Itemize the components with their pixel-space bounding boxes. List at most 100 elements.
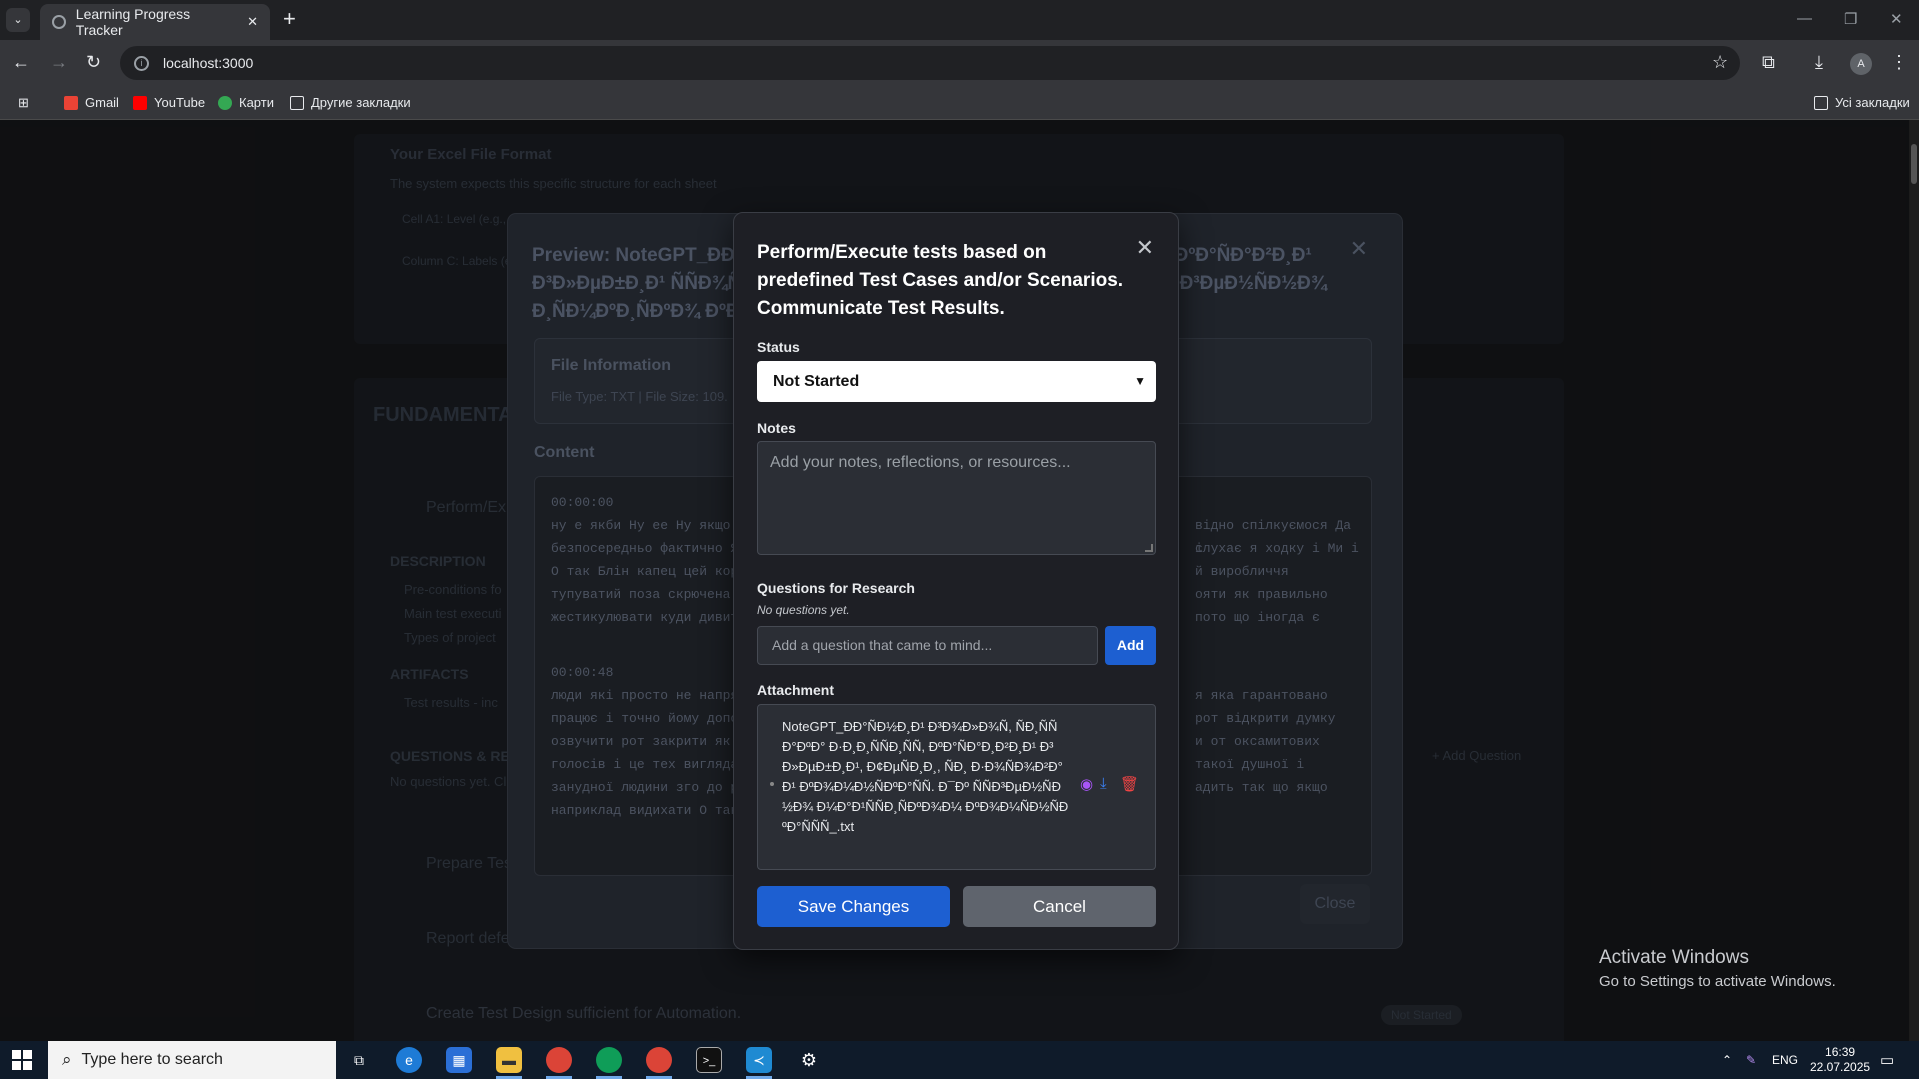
question-input[interactable]: Add a question that came to mind... bbox=[757, 626, 1098, 665]
chrome-icon[interactable] bbox=[546, 1047, 572, 1073]
date-text: 22.07.2025 bbox=[1810, 1060, 1871, 1074]
edit-task-modal: Perform/Execute tests based on predefine… bbox=[733, 212, 1179, 950]
modal-title: Perform/Execute tests based on predefine… bbox=[757, 242, 1124, 319]
close-icon[interactable]: ✕ bbox=[1350, 236, 1368, 262]
url-text: localhost:3000 bbox=[163, 55, 254, 71]
status-select[interactable]: Not Started ▼ bbox=[757, 361, 1156, 402]
download-icon[interactable]: ⤓ bbox=[1100, 775, 1107, 792]
attachment-bullet bbox=[770, 782, 774, 786]
file-info-details: File Type: TXT | File Size: 109. bbox=[551, 389, 728, 404]
questions-label: Questions for Research bbox=[757, 580, 915, 596]
page-scrollbar[interactable] bbox=[1909, 120, 1919, 1041]
question-placeholder: Add a question that came to mind... bbox=[772, 637, 993, 653]
search-placeholder: Type here to search bbox=[81, 1051, 223, 1068]
tab-bar: ⌄ Learning Progress Tracker ✕ + — ❐ ✕ bbox=[0, 0, 1919, 40]
address-bar[interactable]: i localhost:3000 bbox=[120, 46, 1740, 80]
youtube-icon bbox=[133, 95, 147, 110]
content-line: пото що іногда є bbox=[1195, 610, 1320, 625]
attachment-filename: NoteGPT_ÐÐ°ÑÐ½Ð¸Ð¹ Ð³Ð¾Ð»Ð¾Ñ, ÑÐ¸ÑÑÐ°ÐºÐ… bbox=[782, 719, 1069, 834]
terminal-icon[interactable]: >_ bbox=[696, 1047, 722, 1073]
resize-handle-icon[interactable] bbox=[1145, 544, 1153, 552]
bookmark-gmail[interactable]: Gmail bbox=[64, 95, 119, 110]
scrollbar-thumb[interactable] bbox=[1911, 144, 1917, 184]
extensions-icon[interactable]: ⧉ bbox=[1762, 52, 1775, 73]
window-close-button[interactable]: ✕ bbox=[1890, 10, 1903, 28]
bookmark-other-folder[interactable]: Другие закладки bbox=[290, 95, 411, 110]
file-explorer-icon[interactable]: ▬ bbox=[496, 1047, 522, 1073]
notes-placeholder: Add your notes, reflections, or resource… bbox=[770, 454, 1071, 471]
notes-label: Notes bbox=[757, 420, 796, 436]
store-icon[interactable]: ▦ bbox=[446, 1047, 472, 1073]
maps-icon bbox=[218, 95, 232, 110]
tab-search-button[interactable]: ⌄ bbox=[6, 8, 30, 32]
apps-grid-icon[interactable]: ⊞ bbox=[18, 95, 29, 111]
content-line: и от оксамитових bbox=[1195, 734, 1320, 749]
notes-textarea[interactable]: Add your notes, reflections, or resource… bbox=[757, 441, 1156, 555]
menu-kebab-icon[interactable]: ⋮ bbox=[1890, 52, 1908, 73]
tab-active[interactable]: Learning Progress Tracker ✕ bbox=[40, 4, 270, 40]
browser-toolbar: ← → ↻ i localhost:3000 ☆ ⧉ ⤓ A ⋮ bbox=[0, 40, 1919, 86]
content-line: слухає я ходку і Ми і bbox=[1195, 541, 1359, 556]
language-indicator[interactable]: ENG bbox=[1772, 1053, 1798, 1067]
status-value: Not Started bbox=[773, 373, 860, 390]
bookmark-youtube[interactable]: YouTube bbox=[133, 95, 205, 110]
content-line: рот відкрити думку bbox=[1195, 711, 1336, 726]
tab-title: Learning Progress Tracker bbox=[75, 6, 191, 38]
trash-icon[interactable]: 🗑 bbox=[1120, 775, 1139, 793]
globe-icon bbox=[52, 15, 66, 29]
profile-avatar[interactable]: A bbox=[1850, 53, 1872, 75]
eye-icon[interactable]: ◉ bbox=[1080, 775, 1093, 793]
download-icon[interactable]: ⤓ bbox=[1815, 52, 1823, 73]
content-line: адить так що якщо bbox=[1195, 780, 1328, 795]
browser-chrome: ⌄ Learning Progress Tracker ✕ + — ❐ ✕ ← … bbox=[0, 0, 1919, 120]
content-line: такої душної і bbox=[1195, 757, 1305, 772]
tab-close-icon[interactable]: ✕ bbox=[247, 14, 258, 30]
forward-arrow-icon[interactable]: → bbox=[50, 52, 68, 73]
minimize-button[interactable]: — bbox=[1797, 10, 1812, 27]
activate-subtitle: Go to Settings to activate Windows. bbox=[1599, 973, 1836, 990]
bookmark-label: Другие закладки bbox=[311, 95, 411, 110]
restore-button[interactable]: ❐ bbox=[1844, 10, 1857, 28]
chrome-icon[interactable] bbox=[646, 1047, 672, 1073]
close-icon[interactable]: ✕ bbox=[1136, 235, 1154, 261]
bookmarks-bar: ⊞ Gmail YouTube Карти Другие закладки Ус… bbox=[0, 86, 1919, 120]
edge-icon[interactable]: e bbox=[396, 1047, 422, 1073]
all-bookmarks-folder[interactable]: Усі закладки bbox=[1814, 95, 1910, 110]
bookmark-maps[interactable]: Карти bbox=[218, 95, 274, 110]
task-view-icon[interactable]: ⧉ bbox=[346, 1047, 372, 1073]
cancel-button[interactable]: Cancel bbox=[963, 886, 1156, 927]
status-label: Status bbox=[757, 339, 800, 355]
activate-title: Activate Windows bbox=[1599, 947, 1749, 968]
site-info-icon[interactable]: i bbox=[134, 55, 149, 71]
bookmark-label: YouTube bbox=[154, 95, 206, 110]
no-questions-text: No questions yet. bbox=[757, 603, 850, 617]
pen-icon[interactable]: ✎ bbox=[1746, 1053, 1756, 1067]
add-question-button[interactable]: Add bbox=[1105, 626, 1156, 665]
content-line: й виробличчя bbox=[1195, 564, 1289, 579]
attachment-label: Attachment bbox=[757, 682, 835, 698]
content-line: я яка гарантовано bbox=[1195, 688, 1328, 703]
windows-taskbar: ⌕ Type here to search ⧉ e ▦ ▬ >_ ≺ ⚙ ⌃ ✎… bbox=[0, 1041, 1919, 1079]
chevron-down-icon: ▼ bbox=[1134, 374, 1146, 388]
preview-close-button[interactable]: Close bbox=[1300, 884, 1370, 924]
time-text: 16:39 bbox=[1825, 1045, 1856, 1059]
tray-chevron-up-icon[interactable]: ⌃ bbox=[1722, 1053, 1732, 1067]
search-icon: ⌕ bbox=[62, 1050, 72, 1069]
back-arrow-icon[interactable]: ← bbox=[12, 52, 30, 73]
activate-windows-watermark: Activate Windows Go to Settings to activ… bbox=[1599, 947, 1836, 990]
chrome-icon[interactable] bbox=[596, 1047, 622, 1073]
bookmark-label: Gmail bbox=[85, 95, 119, 110]
reload-icon[interactable]: ↻ bbox=[86, 52, 101, 73]
taskbar-search-box[interactable]: ⌕ Type here to search bbox=[48, 1041, 336, 1079]
taskbar-clock[interactable]: 16:39 22.07.2025 bbox=[1810, 1045, 1870, 1075]
content-label: Content bbox=[534, 444, 595, 461]
windows-start-icon[interactable] bbox=[12, 1050, 32, 1070]
bookmark-star-icon[interactable]: ☆ bbox=[1712, 52, 1728, 73]
save-changes-button[interactable]: Save Changes bbox=[757, 886, 950, 927]
content-line: ояти як правильно bbox=[1195, 587, 1328, 602]
folder-icon bbox=[1814, 95, 1828, 110]
new-tab-button[interactable]: + bbox=[283, 8, 296, 30]
notifications-icon[interactable]: ▭ bbox=[1880, 1051, 1894, 1069]
vscode-icon[interactable]: ≺ bbox=[746, 1047, 772, 1073]
settings-gear-icon[interactable]: ⚙ bbox=[796, 1047, 822, 1073]
